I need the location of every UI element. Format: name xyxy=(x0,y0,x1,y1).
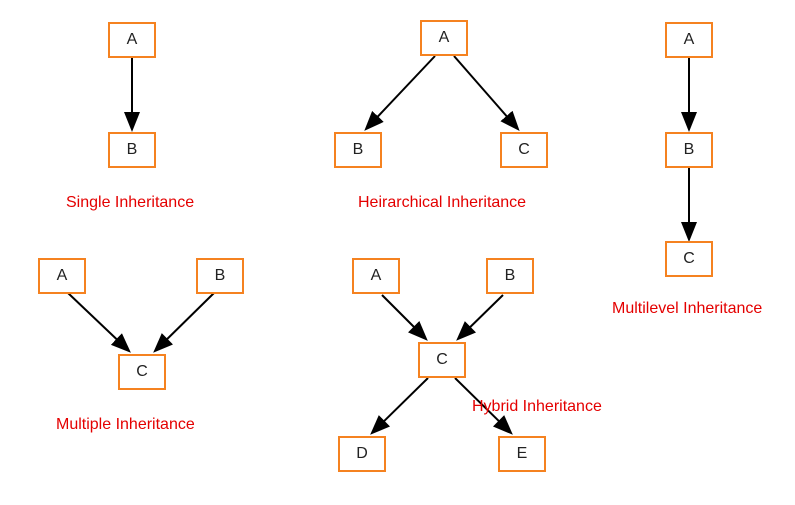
node-hyb-b: B xyxy=(486,258,534,294)
node-hier-a: A xyxy=(420,20,468,56)
node-multi-b: B xyxy=(665,132,713,168)
node-hyb-a: A xyxy=(352,258,400,294)
label-single: Single Inheritance xyxy=(66,194,194,212)
node-single-b: B xyxy=(108,132,156,168)
node-hier-c: C xyxy=(500,132,548,168)
label-hierarchical: Heirarchical Inheritance xyxy=(358,194,526,212)
label-multilevel: Multilevel Inheritance xyxy=(612,300,762,318)
node-multi-a: A xyxy=(665,22,713,58)
node-multi-c: C xyxy=(665,241,713,277)
label-multiple: Multiple Inheritance xyxy=(56,416,195,434)
label-hybrid: Hybrid Inheritance xyxy=(472,398,602,416)
node-mult-c: C xyxy=(118,354,166,390)
node-hyb-d: D xyxy=(338,436,386,472)
node-hyb-c: C xyxy=(418,342,466,378)
node-hier-b: B xyxy=(334,132,382,168)
node-mult-a: A xyxy=(38,258,86,294)
node-single-a: A xyxy=(108,22,156,58)
node-mult-b: B xyxy=(196,258,244,294)
node-hyb-e: E xyxy=(498,436,546,472)
